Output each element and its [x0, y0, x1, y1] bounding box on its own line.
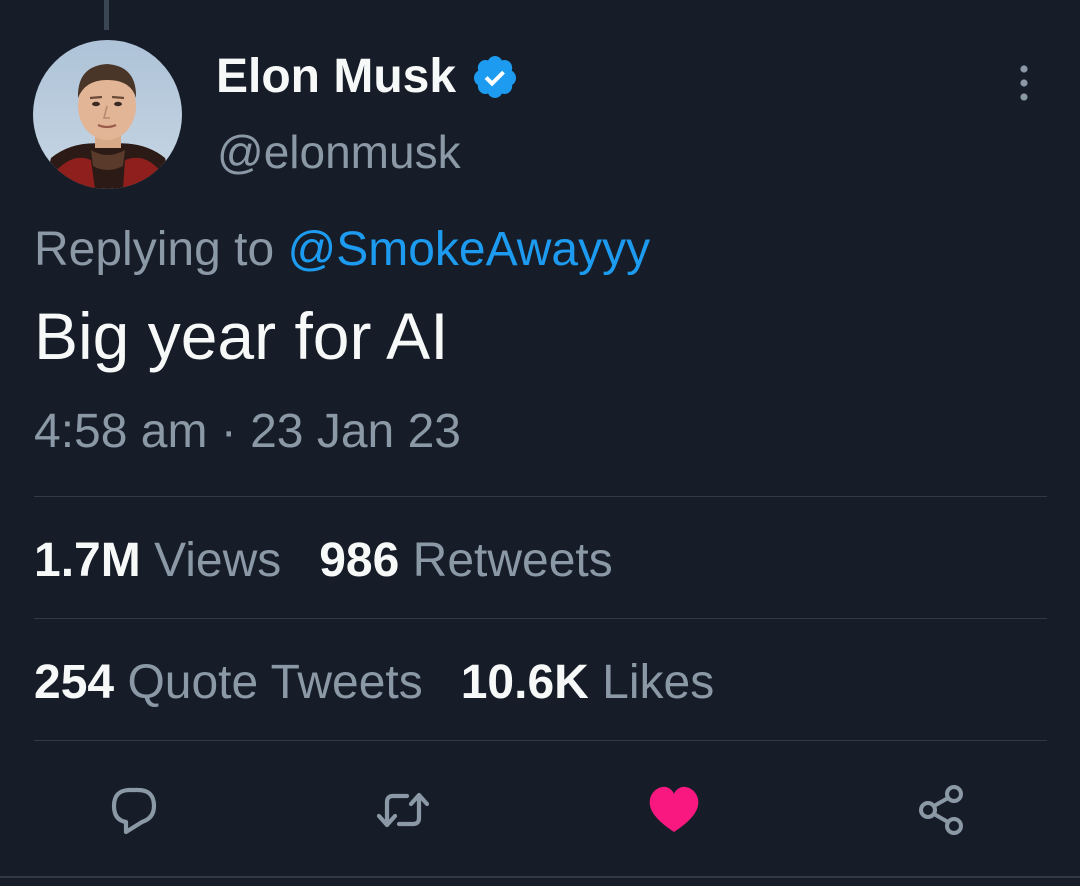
likes-label: Likes	[602, 656, 715, 709]
divider-bottom	[34, 740, 1047, 741]
tweet-timestamp[interactable]: 4:58 am · 23 Jan 23	[34, 404, 461, 459]
tweet-detail-screen: Elon Musk @elonmusk Replying to @SmokeAw…	[0, 0, 1080, 886]
author-handle[interactable]: @elonmusk	[217, 125, 461, 179]
stats-row-1: 1.7M Views 986 Retweets	[34, 533, 651, 588]
views-count: 1.7M	[34, 534, 141, 587]
timestamp-separator: ·	[220, 405, 237, 458]
author-name-text: Elon Musk	[216, 50, 457, 103]
verified-badge-icon	[474, 55, 517, 98]
share-icon[interactable]	[912, 780, 972, 840]
avatar[interactable]	[33, 40, 182, 189]
retweets-stat[interactable]: 986 Retweets	[319, 533, 613, 588]
quote-tweets-stat[interactable]: 254 Quote Tweets	[34, 655, 423, 710]
like-icon-filled[interactable]	[644, 780, 704, 840]
quote-tweets-count: 254	[34, 656, 115, 709]
tweet-time: 4:58 am	[34, 405, 208, 458]
divider-middle	[34, 618, 1047, 619]
views-label: Views	[154, 534, 282, 587]
bottom-border	[0, 876, 1080, 878]
quote-tweets-label: Quote Tweets	[127, 656, 423, 709]
likes-count: 10.6K	[460, 656, 589, 709]
stats-row-2: 254 Quote Tweets 10.6K Likes	[34, 655, 752, 710]
tweet-text: Big year for AI	[34, 299, 449, 373]
reply-icon[interactable]	[104, 780, 164, 840]
thread-connector-line	[104, 0, 109, 30]
likes-stat[interactable]: 10.6K Likes	[461, 655, 715, 710]
tweet-date: 23 Jan 23	[250, 405, 461, 458]
retweets-label: Retweets	[412, 534, 613, 587]
replying-to-label: Replying to	[34, 223, 275, 276]
views-stat[interactable]: 1.7M Views	[34, 533, 281, 588]
more-vertical-icon[interactable]	[1008, 63, 1040, 103]
author-name[interactable]: Elon Musk	[216, 49, 519, 104]
replying-to-line: Replying to @SmokeAwayyy	[34, 222, 650, 277]
retweet-icon[interactable]	[373, 780, 433, 840]
divider-top	[34, 496, 1047, 497]
reply-to-handle-link[interactable]: @SmokeAwayyy	[287, 223, 650, 276]
retweets-count: 986	[319, 534, 400, 587]
